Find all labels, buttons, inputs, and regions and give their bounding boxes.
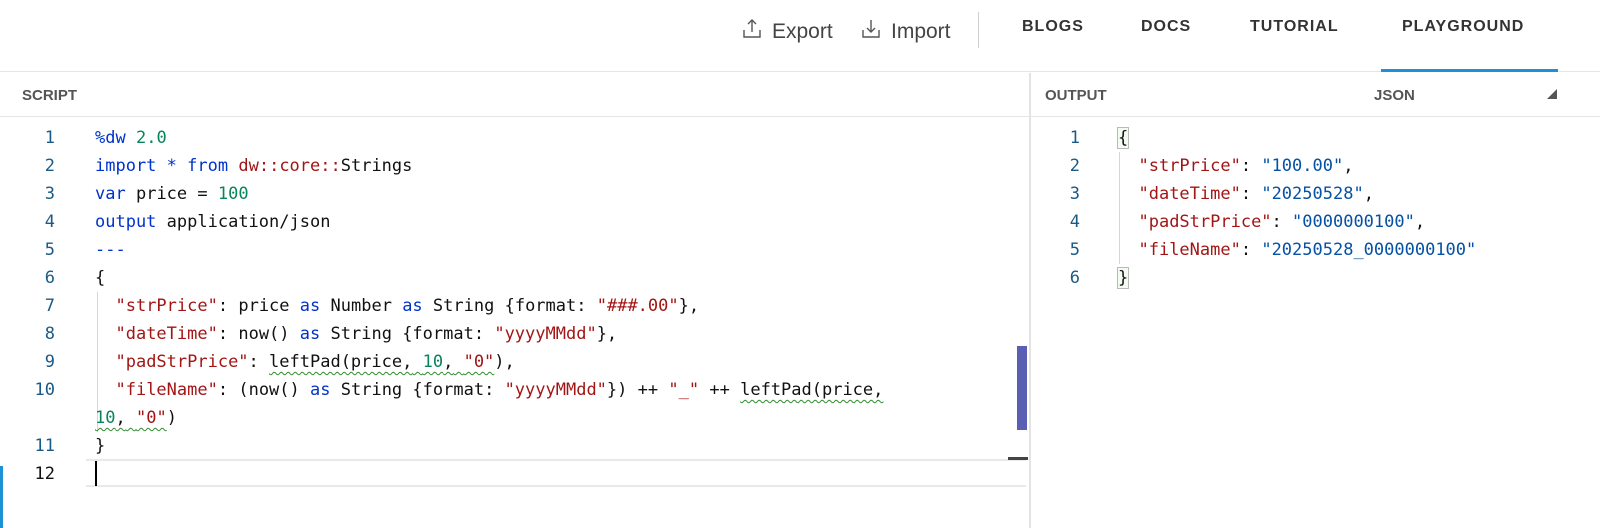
output-line-5: "fileName": "20250528_0000000100" xyxy=(1138,240,1477,260)
code-line-5: --- xyxy=(95,240,126,260)
code-line-3: var price = 100 xyxy=(95,184,249,204)
output-line-number: 6 xyxy=(1069,268,1080,288)
line-number: 5 xyxy=(44,240,55,260)
code-line-9: "padStrPrice": leftPad(price, 10, "0"), xyxy=(115,352,515,372)
code-line-11: } xyxy=(95,436,106,456)
script-scrollbar-thumb[interactable] xyxy=(1017,346,1027,430)
nav-blogs[interactable]: BLOGS xyxy=(1022,18,1084,36)
output-line-number: 4 xyxy=(1069,212,1080,232)
header-divider xyxy=(978,12,979,48)
line-number: 12 xyxy=(34,464,55,484)
code-line-6: { xyxy=(95,268,106,288)
output-panel-title: OUTPUT xyxy=(1045,87,1107,104)
output-line-number: 2 xyxy=(1069,156,1080,176)
script-scrollbar[interactable] xyxy=(1006,122,1026,522)
output-line-1: { xyxy=(1116,127,1130,149)
code-line-10-wrap: 10, "0") xyxy=(95,408,177,428)
line-number: 4 xyxy=(44,212,55,232)
export-button[interactable]: Export xyxy=(740,18,833,46)
code-line-4: output application/json xyxy=(95,212,331,232)
export-icon xyxy=(740,17,764,47)
import-icon xyxy=(859,17,883,47)
line-number: 2 xyxy=(44,156,55,176)
line-number: 9 xyxy=(44,352,55,372)
output-format-select[interactable]: JSON xyxy=(1374,87,1415,104)
nav-tutorial[interactable]: TUTORIAL xyxy=(1250,18,1339,36)
panel-divider[interactable] xyxy=(1029,73,1031,528)
current-line-highlight xyxy=(86,459,1026,487)
code-line-10: "fileName": (now() as String {format: "y… xyxy=(115,380,884,400)
script-panel-header: SCRIPT xyxy=(0,73,1029,117)
nav-playground[interactable]: PLAYGROUND xyxy=(1402,18,1524,36)
active-nav-indicator xyxy=(1381,69,1558,72)
output-line-number: 3 xyxy=(1069,184,1080,204)
export-label: Export xyxy=(772,20,833,43)
code-line-1: %dw 2.0 xyxy=(95,128,167,148)
line-number: 6 xyxy=(44,268,55,288)
line-number: 7 xyxy=(44,296,55,316)
scrollbar-cursor-marker xyxy=(1008,457,1028,460)
line-number: 3 xyxy=(44,184,55,204)
output-panel-header: OUTPUT JSON xyxy=(1031,73,1600,117)
output-line-number: 1 xyxy=(1069,128,1080,148)
line-number: 1 xyxy=(44,128,55,148)
line-number: 11 xyxy=(34,436,55,456)
output-line-3: "dateTime": "20250528", xyxy=(1138,184,1374,204)
line-number: 8 xyxy=(44,324,55,344)
output-line-6: } xyxy=(1116,267,1130,289)
line-number: 10 xyxy=(34,380,55,400)
left-edge-accent xyxy=(0,466,3,528)
output-line-number: 5 xyxy=(1069,240,1080,260)
code-line-8: "dateTime": now() as String {format: "yy… xyxy=(115,324,618,344)
top-bar: Export Import BLOGS DOCS TUTORIAL PLAYGR… xyxy=(0,0,1600,72)
script-panel-title: SCRIPT xyxy=(22,87,78,104)
import-button[interactable]: Import xyxy=(859,18,951,46)
format-dropdown-icon[interactable] xyxy=(1547,89,1557,99)
text-cursor xyxy=(95,461,97,486)
code-line-7: "strPrice": price as Number as String {f… xyxy=(115,296,700,316)
code-line-2: import * from dw::core::Strings xyxy=(95,156,413,176)
nav-docs[interactable]: DOCS xyxy=(1141,18,1191,36)
output-line-4: "padStrPrice": "0000000100", xyxy=(1138,212,1426,232)
import-label: Import xyxy=(891,20,951,43)
output-line-2: "strPrice": "100.00", xyxy=(1138,156,1354,176)
